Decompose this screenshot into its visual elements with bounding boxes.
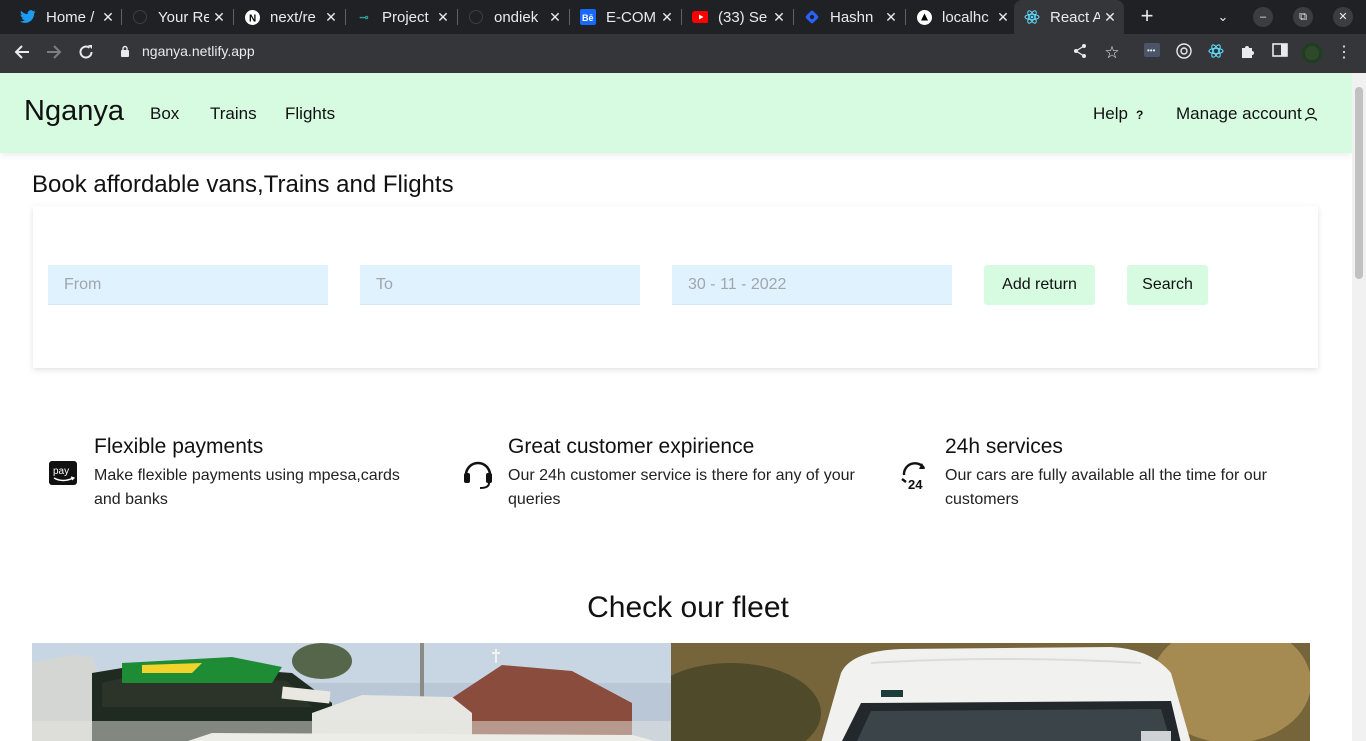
feature-description: Our 24h customer service is there for an… <box>508 467 855 508</box>
tab-title: Hashn <box>830 8 874 26</box>
fleet-image-white-van <box>671 643 1310 741</box>
new-tab-button[interactable]: + <box>1135 4 1159 28</box>
browser-tab[interactable]: Your Re ✕ <box>122 3 233 31</box>
booking-search-card: From To 30 - 11 - 2022 Add return Search <box>33 206 1318 368</box>
manage-account-link[interactable]: Manage account <box>1176 104 1318 124</box>
date-input[interactable]: 30 - 11 - 2022 <box>672 265 952 305</box>
back-button[interactable] <box>10 42 34 66</box>
menu-kebab-icon[interactable]: ⋮ <box>1334 43 1354 63</box>
site-header: Nganya Box Trains Flights Help? Manage a… <box>0 73 1352 153</box>
svg-text:N: N <box>249 13 256 24</box>
browser-tab[interactable]: ⊸ Project ✕ <box>346 3 457 31</box>
search-button[interactable]: Search <box>1127 265 1208 305</box>
puzzle-icon[interactable] <box>1238 43 1258 63</box>
add-return-button[interactable]: Add return <box>984 265 1095 305</box>
behance-icon: Bē <box>580 9 596 25</box>
browser-tab[interactable]: Home / ✕ <box>10 3 122 31</box>
from-input[interactable]: From <box>48 265 328 305</box>
tab-title: next/re <box>270 8 316 26</box>
side-panel-icon[interactable] <box>1270 43 1290 63</box>
github-icon <box>132 9 148 25</box>
close-icon[interactable]: ✕ <box>98 9 118 26</box>
browser-tab[interactable]: Bē E-COM ✕ <box>570 3 681 31</box>
forward-button[interactable] <box>42 42 66 66</box>
svg-text:24: 24 <box>908 477 923 491</box>
feature-description: Our cars are fully available all the tim… <box>945 467 1267 508</box>
youtube-icon <box>692 9 708 25</box>
lock-icon[interactable] <box>120 45 130 57</box>
close-icon[interactable]: ✕ <box>657 9 677 26</box>
close-icon[interactable]: ✕ <box>1100 9 1120 26</box>
feature-title: 24h services <box>945 435 1063 458</box>
github-icon <box>468 9 484 25</box>
react-devtools-icon[interactable] <box>1206 43 1226 63</box>
browser-tab[interactable]: localhc ✕ <box>906 3 1017 31</box>
browser-tab-active[interactable]: React A ✕ <box>1014 0 1124 34</box>
tab-title: Home / <box>46 8 95 26</box>
twitter-icon <box>20 9 36 25</box>
close-icon[interactable]: ✕ <box>881 9 901 26</box>
section-title-fleet: Check our fleet <box>587 591 789 624</box>
address-bar[interactable]: nganya.netlify.app <box>142 43 255 59</box>
avatar[interactable] <box>1302 43 1322 63</box>
maximize-button[interactable]: ⧉ <box>1293 7 1313 27</box>
24h-icon: 24 <box>901 462 925 491</box>
project-icon: ⊸ <box>359 11 369 24</box>
browser-toolbar: nganya.netlify.app ☆ ••• ⋮ <box>0 34 1366 73</box>
share-icon[interactable] <box>1070 43 1090 63</box>
to-input[interactable]: To <box>360 265 640 305</box>
close-icon[interactable]: ✕ <box>769 9 789 26</box>
nav-link-trains[interactable]: Trains <box>210 104 257 124</box>
extension-icon[interactable] <box>1174 43 1194 63</box>
tab-title: (33) Se <box>718 8 768 26</box>
feature-title: Great customer expirience <box>508 435 755 458</box>
hashnode-icon <box>804 9 820 25</box>
site-logo[interactable]: Nganya <box>24 95 124 128</box>
minimize-button[interactable]: – <box>1253 7 1273 27</box>
help-label: Help <box>1093 104 1128 123</box>
close-icon[interactable]: ✕ <box>209 9 229 26</box>
close-icon[interactable]: ✕ <box>993 9 1013 26</box>
feature-description: Make flexible payments using mpesa,cards… <box>94 467 400 508</box>
browser-tab-strip: Home / ✕ Your Re ✕ N next/re ✕ ⊸ Project… <box>0 0 1366 34</box>
tab-search-chevron-icon[interactable]: ⌄ <box>1213 7 1233 27</box>
scrollbar-thumb[interactable] <box>1355 87 1363 279</box>
browser-tab[interactable]: ondiek ✕ <box>458 3 569 31</box>
close-icon[interactable]: ✕ <box>433 9 453 26</box>
browser-tab[interactable]: Hashn ✕ <box>794 3 905 31</box>
manage-account-label: Manage account <box>1176 104 1302 123</box>
svg-text:Bē: Bē <box>582 13 594 23</box>
page-scrollbar[interactable] <box>1352 73 1366 741</box>
extension-icon[interactable]: ••• <box>1142 43 1162 63</box>
react-icon <box>1024 9 1040 25</box>
close-window-button[interactable]: ✕ <box>1333 7 1353 27</box>
nav-link-flights[interactable]: Flights <box>285 104 335 124</box>
close-icon[interactable]: ✕ <box>545 9 565 26</box>
svg-text:pay: pay <box>53 466 69 477</box>
tab-title: E-COM <box>606 8 656 26</box>
svg-text:•••: ••• <box>1147 46 1156 55</box>
question-mark-icon: ? <box>1135 108 1144 122</box>
nav-link-box[interactable]: Box <box>150 104 179 124</box>
close-icon[interactable]: ✕ <box>321 9 341 26</box>
tab-title: localhc <box>942 8 989 26</box>
browser-tab[interactable]: (33) Se ✕ <box>682 3 793 31</box>
web-page: Nganya Box Trains Flights Help? Manage a… <box>0 73 1352 741</box>
nextjs-icon: N <box>244 9 260 25</box>
vercel-icon <box>916 9 932 25</box>
tab-title: ondiek <box>494 8 539 26</box>
fleet-image-vans-lot <box>32 643 671 741</box>
headset-icon <box>464 461 492 489</box>
reload-button[interactable] <box>74 42 98 66</box>
tab-title: Project <box>382 8 429 26</box>
feature-title: Flexible payments <box>94 435 264 458</box>
tab-title: React A <box>1050 8 1100 26</box>
user-icon <box>1304 107 1317 121</box>
help-link[interactable]: Help? <box>1093 104 1143 124</box>
amazon-pay-icon: pay <box>49 461 77 485</box>
browser-tab[interactable]: N next/re ✕ <box>234 3 345 31</box>
page-title: Book affordable vans,Trains and Flights <box>32 171 454 198</box>
bookmark-star-icon[interactable]: ☆ <box>1102 43 1122 63</box>
tab-title: Your Re <box>158 8 209 26</box>
